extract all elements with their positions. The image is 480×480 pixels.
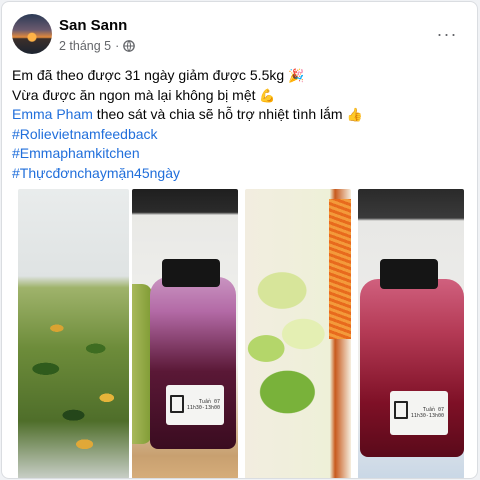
label-time: 11h30-13h00 bbox=[186, 405, 220, 411]
photo-purple-juice[interactable]: Tuần 07 11h30-13h00 bbox=[132, 189, 238, 478]
photo-grid: Tuần 07 11h30-13h00 Tuần 07 11h30-13h00 bbox=[18, 189, 464, 478]
author-avatar[interactable] bbox=[12, 14, 52, 54]
muscle-emoji: 💪 bbox=[259, 87, 276, 103]
post-header: San Sann 2 tháng 5 · ··· bbox=[12, 14, 467, 58]
lime-decoration bbox=[132, 284, 152, 444]
post-card: San Sann 2 tháng 5 · ··· Em đã theo được… bbox=[1, 1, 478, 479]
more-options-icon[interactable]: ··· bbox=[433, 20, 461, 48]
post-text: Em đã theo được 31 ngày giảm được 5.5kg … bbox=[12, 66, 467, 183]
trash-icon bbox=[170, 395, 184, 413]
hashtag-link[interactable]: #Emmaphamkitchen bbox=[12, 144, 467, 164]
hashtag-link[interactable]: #Rolievietnamfeedback bbox=[12, 125, 467, 145]
line-3-text: theo sát và chia sẽ hỗ trợ nhiệt tình lắ… bbox=[92, 106, 343, 122]
bottle-label: Tuần 07 11h30-13h00 bbox=[390, 391, 448, 435]
text-line-2: Vừa được ăn ngon mà lại không bị mệt 💪 bbox=[12, 86, 467, 106]
label-time: 11h30-13h00 bbox=[410, 413, 444, 419]
trash-icon bbox=[394, 401, 408, 419]
photo-red-juice[interactable]: Tuần 07 11h30-13h00 bbox=[358, 189, 464, 478]
line-2-text: Vừa được ăn ngon mà lại không bị mệt bbox=[12, 86, 256, 103]
line-1-text: Em đã theo được 31 ngày giảm được 5.5kg bbox=[12, 67, 285, 83]
carrot-decoration bbox=[329, 199, 351, 339]
thumbs-up-emoji: 👍 bbox=[346, 107, 363, 122]
photo-lettuce-salad[interactable] bbox=[245, 189, 351, 478]
author-name[interactable]: San Sann bbox=[59, 17, 127, 34]
post-meta: 2 tháng 5 · bbox=[59, 39, 136, 53]
bottle-label: Tuần 07 11h30-13h00 bbox=[166, 385, 224, 425]
text-line-3: Emma Pham theo sát và chia sẽ hỗ trợ nhi… bbox=[12, 105, 467, 125]
mention-link[interactable]: Emma Pham bbox=[12, 106, 93, 122]
bottle-cap bbox=[380, 259, 438, 289]
photo-greens-soup[interactable] bbox=[18, 189, 129, 478]
meta-separator: · bbox=[115, 39, 120, 53]
post-date[interactable]: 2 tháng 5 bbox=[59, 39, 111, 53]
hashtag-link[interactable]: #Thựcđơnchaymặn45ngày bbox=[12, 164, 467, 184]
bottle-cap bbox=[162, 259, 220, 287]
text-line-1: Em đã theo được 31 ngày giảm được 5.5kg … bbox=[12, 66, 467, 86]
globe-icon[interactable] bbox=[123, 40, 136, 52]
party-emoji: 🎉 bbox=[288, 68, 305, 83]
